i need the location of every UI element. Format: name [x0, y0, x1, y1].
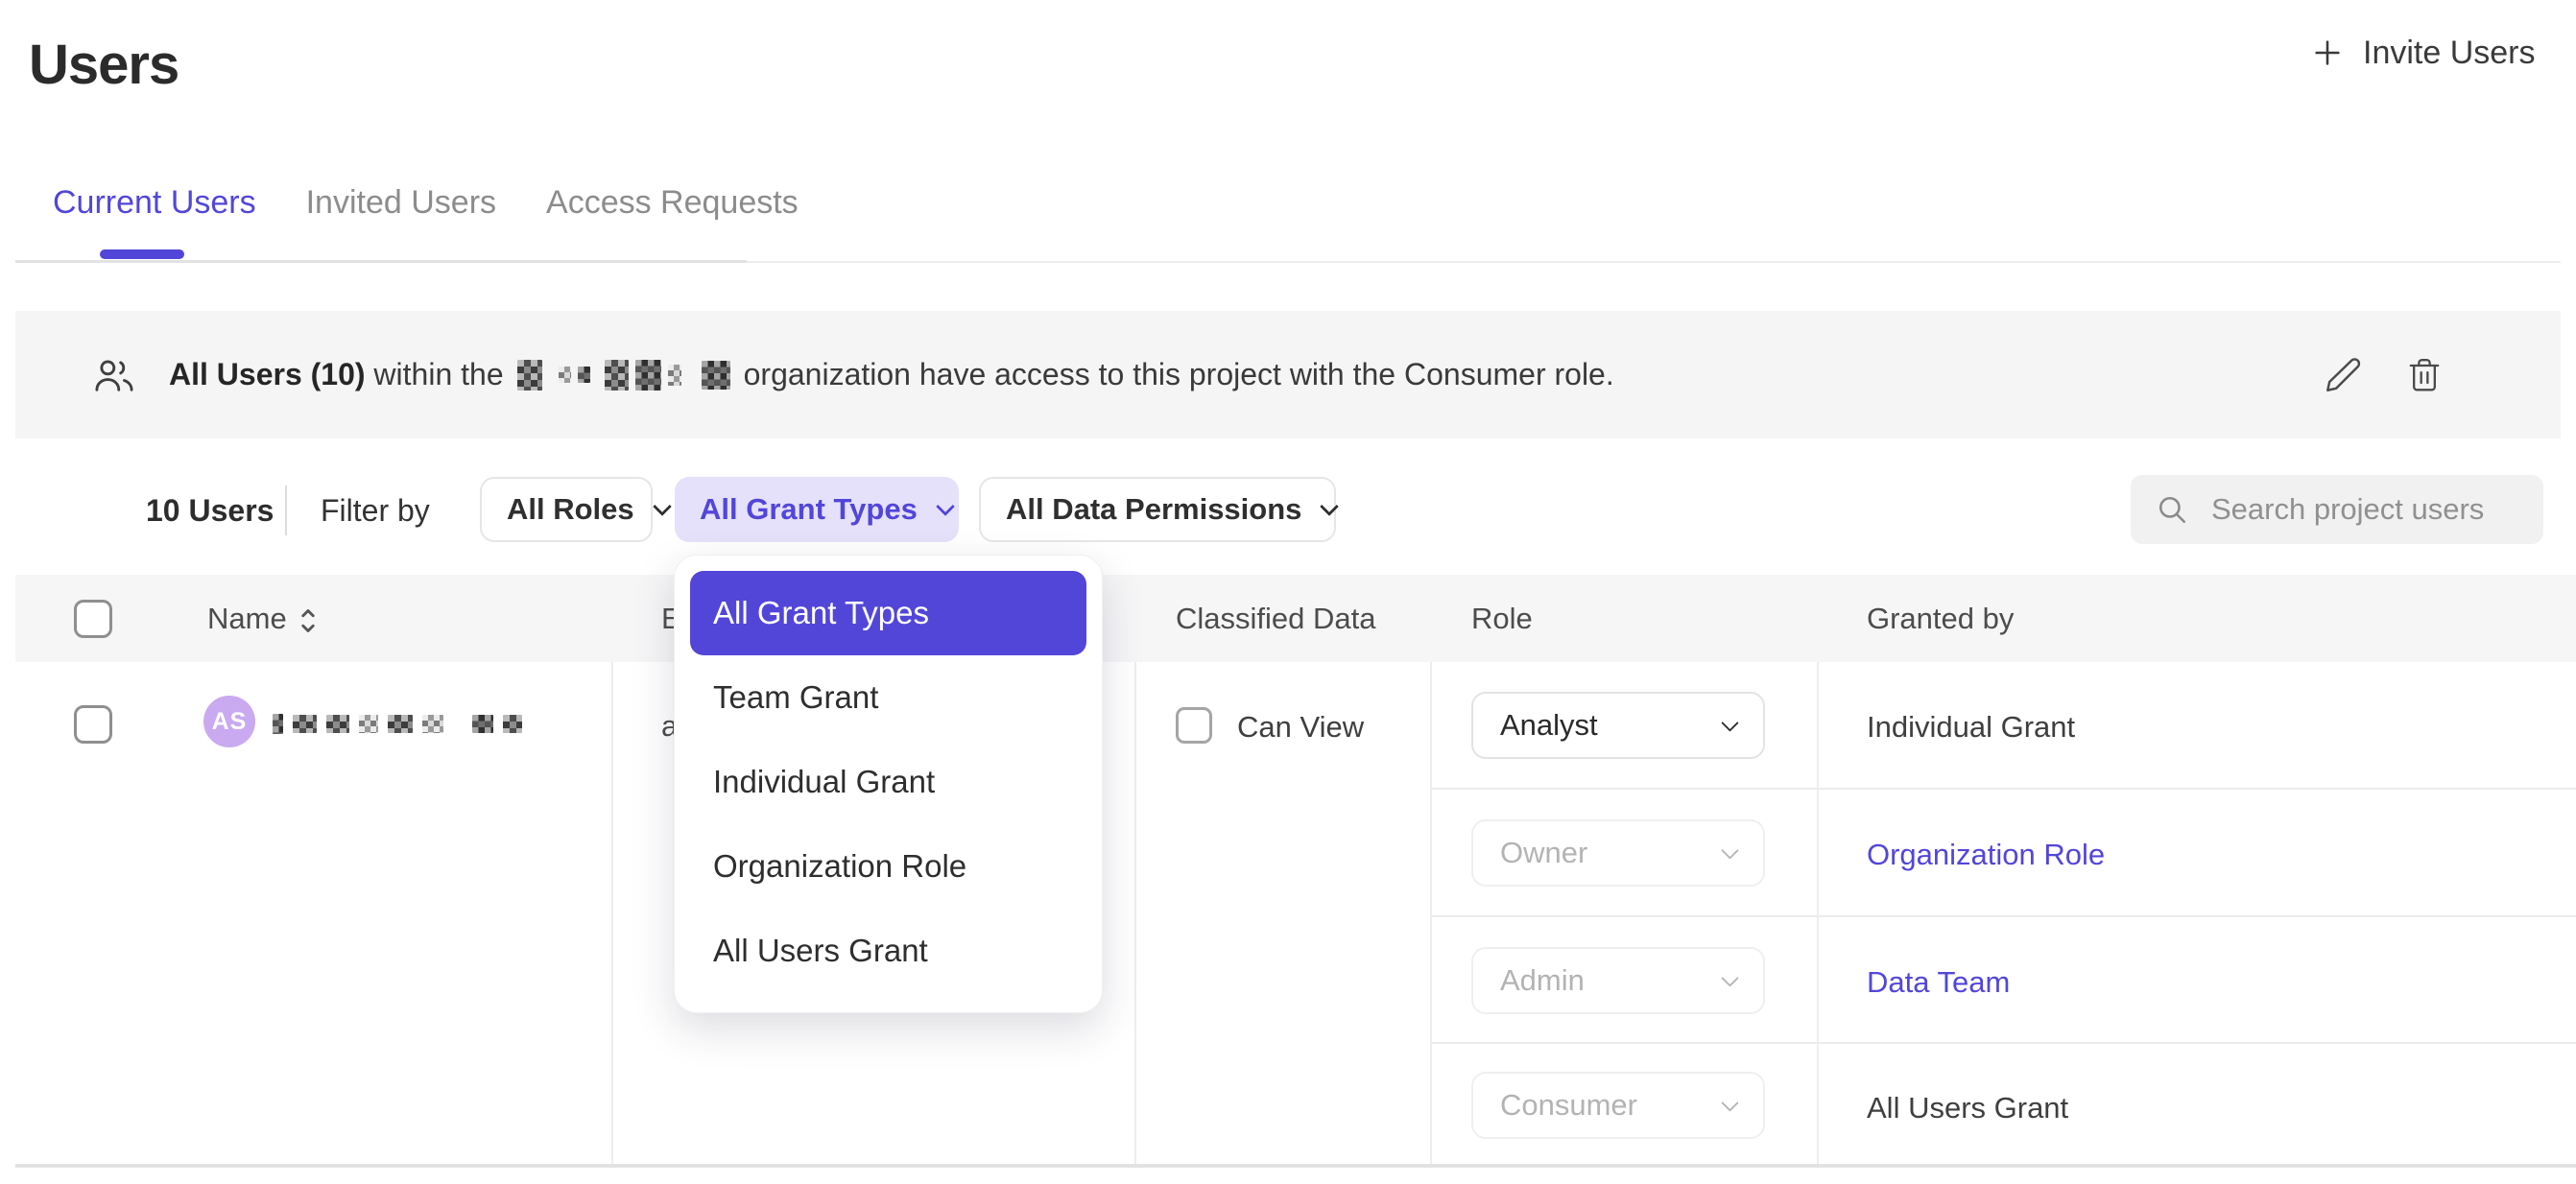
select-all-checkbox[interactable]: [74, 600, 112, 638]
granted-by-organization-role-link[interactable]: Organization Role: [1867, 838, 2105, 872]
column-header-granted-by: Granted by: [1867, 602, 2014, 636]
role-select-owner: Owner: [1471, 819, 1765, 887]
sort-icon[interactable]: [298, 604, 319, 637]
column-header-role: Role: [1471, 602, 1533, 636]
banner-text-rest: organization have access to this project…: [744, 357, 1614, 392]
all-roles-filter-button[interactable]: All Roles: [480, 477, 653, 542]
chevron-down-icon: [1721, 1094, 1738, 1111]
invite-users-button[interactable]: Invite Users: [2311, 25, 2536, 81]
all-grant-types-label: All Grant Types: [700, 492, 918, 527]
column-divider: [1430, 662, 1432, 1165]
filter-divider: [285, 485, 287, 535]
role-value: Analyst: [1500, 708, 1598, 743]
row-divider: [1430, 915, 2576, 917]
role-value: Admin: [1500, 963, 1585, 998]
tabbar-divider-dark: [15, 260, 747, 263]
menu-item-team-grant[interactable]: Team Grant: [690, 655, 1086, 740]
all-roles-label: All Roles: [507, 492, 634, 527]
tab-invited-users[interactable]: Invited Users: [306, 184, 496, 222]
row-checkbox[interactable]: [74, 705, 112, 744]
menu-item-all-grant-types[interactable]: All Grant Types: [690, 571, 1086, 655]
search-icon: [2156, 493, 2188, 526]
active-tab-indicator: [100, 249, 184, 259]
chevron-down-icon: [1321, 497, 1340, 516]
column-divider: [1134, 662, 1136, 1165]
role-value: Consumer: [1500, 1088, 1637, 1123]
grant-type-dropdown-menu: All Grant Types Team Grant Individual Gr…: [674, 555, 1103, 1013]
users-group-icon: [92, 356, 136, 394]
all-users-banner: All Users (10) within the organization h…: [15, 311, 2561, 438]
tab-access-requests[interactable]: Access Requests: [546, 184, 799, 222]
redacted-user-name: [273, 714, 522, 734]
role-select-consumer: Consumer: [1471, 1072, 1765, 1139]
plus-icon: [2311, 36, 2344, 69]
can-view-checkbox[interactable]: [1176, 707, 1212, 744]
chevron-down-icon: [1721, 841, 1738, 859]
page-title: Users: [29, 33, 179, 97]
all-data-permissions-label: All Data Permissions: [1006, 492, 1301, 527]
menu-item-all-users-grant[interactable]: All Users Grant: [690, 909, 1086, 993]
row-divider: [1430, 788, 2576, 790]
users-page: Users Invite Users Current Users Invited…: [0, 0, 2576, 1184]
can-view-label: Can View: [1237, 710, 1364, 745]
chevron-down-icon: [1721, 969, 1738, 986]
role-value: Owner: [1500, 836, 1587, 870]
tab-bar: Current Users Invited Users Access Reque…: [53, 184, 799, 222]
chevron-down-icon: [1721, 714, 1738, 731]
chevron-down-icon: [653, 497, 672, 516]
user-count: 10 Users: [146, 493, 274, 529]
column-divider: [611, 662, 613, 1165]
column-header-name[interactable]: Name: [207, 602, 287, 636]
invite-users-label: Invite Users: [2363, 35, 2536, 72]
delete-banner-icon[interactable]: [2405, 355, 2444, 395]
granted-by-individual-grant: Individual Grant: [1867, 710, 2075, 745]
banner-text: All Users (10) within the organization h…: [169, 357, 1614, 392]
tab-current-users[interactable]: Current Users: [53, 184, 256, 222]
search-input[interactable]: [2209, 491, 2576, 528]
menu-item-organization-role[interactable]: Organization Role: [690, 824, 1086, 909]
chevron-down-icon: [936, 497, 955, 516]
row-divider: [1430, 1042, 2576, 1044]
all-data-permissions-filter-button[interactable]: All Data Permissions: [979, 477, 1336, 542]
all-grant-types-filter-button[interactable]: All Grant Types: [675, 477, 959, 542]
search-project-users: [2131, 475, 2543, 544]
banner-text-bold: All Users (10): [169, 357, 366, 392]
column-divider: [1817, 662, 1819, 1165]
redacted-org-name: [517, 360, 730, 391]
role-select-analyst[interactable]: Analyst: [1471, 692, 1765, 759]
granted-by-all-users-grant: All Users Grant: [1867, 1091, 2068, 1125]
row-divider-full: [15, 1164, 2576, 1168]
edit-banner-icon[interactable]: [2323, 355, 2363, 395]
avatar: AS: [203, 696, 255, 747]
menu-item-individual-grant[interactable]: Individual Grant: [690, 740, 1086, 824]
column-header-classified: Classified Data: [1176, 602, 1375, 636]
role-select-admin: Admin: [1471, 947, 1765, 1014]
granted-by-data-team-link[interactable]: Data Team: [1867, 965, 2010, 1000]
filter-by-label: Filter by: [321, 493, 430, 529]
banner-text-mid: within the: [373, 357, 503, 392]
